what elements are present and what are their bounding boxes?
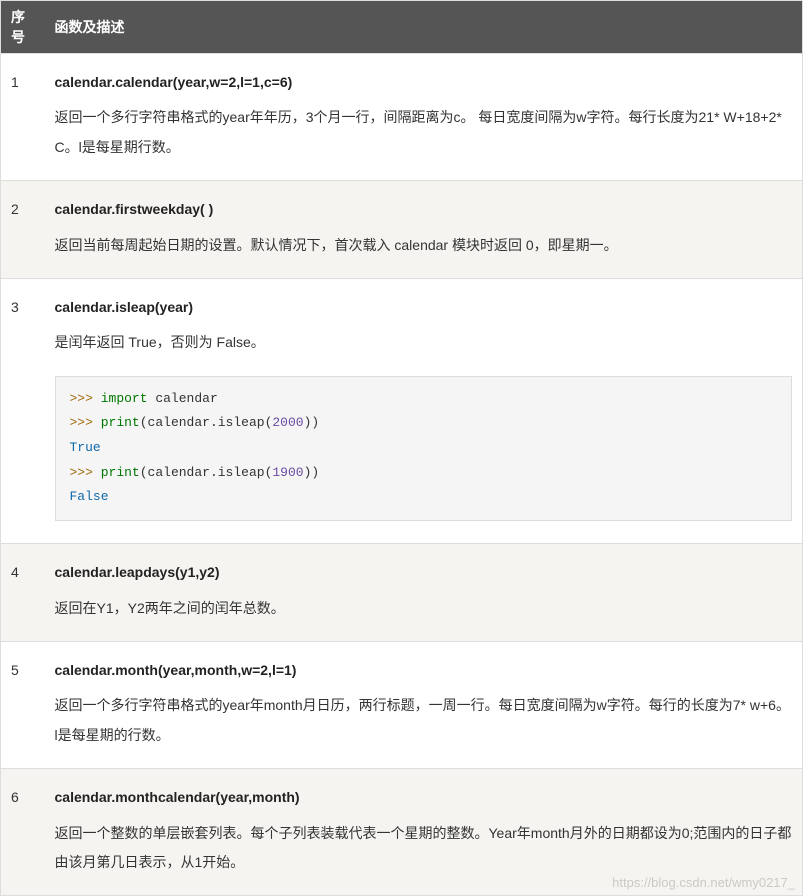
code-paren: )): [304, 465, 320, 480]
code-prompt: >>>: [70, 465, 101, 480]
code-output: True: [70, 440, 101, 455]
row-index: 1: [1, 54, 45, 181]
function-name: calendar.isleap(year): [55, 293, 793, 322]
row-content: calendar.monthcalendar(year,month) 返回一个整…: [45, 769, 803, 896]
function-name: calendar.firstweekday( ): [55, 195, 793, 224]
row-content: calendar.month(year,month,w=2,l=1) 返回一个多…: [45, 641, 803, 768]
code-paren: (: [140, 415, 148, 430]
table-row: 1 calendar.calendar(year,w=2,l=1,c=6) 返回…: [1, 54, 803, 181]
row-content: calendar.isleap(year) 是闰年返回 True，否则为 Fal…: [45, 278, 803, 543]
code-number: 1900: [272, 465, 303, 480]
function-name: calendar.calendar(year,w=2,l=1,c=6): [55, 68, 793, 97]
function-description: 返回一个多行字符串格式的year年年历，3个月一行，间隔距离为c。 每日宽度间隔…: [55, 109, 782, 154]
row-index: 3: [1, 278, 45, 543]
table-header-row: 序号 函数及描述: [1, 1, 803, 54]
table-row: 4 calendar.leapdays(y1,y2) 返回在Y1，Y2两年之间的…: [1, 544, 803, 642]
row-content: calendar.leapdays(y1,y2) 返回在Y1，Y2两年之间的闰年…: [45, 544, 803, 642]
function-description: 返回当前每周起始日期的设置。默认情况下，首次载入 calendar 模块时返回 …: [55, 237, 618, 253]
table-row: 3 calendar.isleap(year) 是闰年返回 True，否则为 F…: [1, 278, 803, 543]
code-paren: )): [304, 415, 320, 430]
code-prompt: >>>: [70, 391, 101, 406]
function-name: calendar.monthcalendar(year,month): [55, 783, 793, 812]
table-row: 2 calendar.firstweekday( ) 返回当前每周起始日期的设置…: [1, 181, 803, 279]
code-call: calendar.isleap(: [148, 415, 273, 430]
code-example: >>> import calendar >>> print(calendar.i…: [55, 376, 793, 521]
header-index: 序号: [1, 1, 45, 54]
function-description: 返回在Y1，Y2两年之间的闰年总数。: [55, 600, 285, 616]
row-index: 5: [1, 641, 45, 768]
table-row: 5 calendar.month(year,month,w=2,l=1) 返回一…: [1, 641, 803, 768]
row-index: 2: [1, 181, 45, 279]
row-content: calendar.calendar(year,w=2,l=1,c=6) 返回一个…: [45, 54, 803, 181]
code-fn: print: [101, 465, 140, 480]
code-keyword: import: [101, 391, 148, 406]
code-paren: (: [140, 465, 148, 480]
code-fn: print: [101, 415, 140, 430]
table-row: 6 calendar.monthcalendar(year,month) 返回一…: [1, 769, 803, 896]
function-description: 是闰年返回 True，否则为 False。: [55, 334, 265, 350]
code-prompt: >>>: [70, 415, 101, 430]
code-number: 2000: [272, 415, 303, 430]
code-output: False: [70, 489, 109, 504]
row-index: 6: [1, 769, 45, 896]
code-call: calendar.isleap(: [148, 465, 273, 480]
row-content: calendar.firstweekday( ) 返回当前每周起始日期的设置。默…: [45, 181, 803, 279]
header-desc: 函数及描述: [45, 1, 803, 54]
code-text: calendar: [148, 391, 218, 406]
function-name: calendar.month(year,month,w=2,l=1): [55, 656, 793, 685]
function-name: calendar.leapdays(y1,y2): [55, 558, 793, 587]
row-index: 4: [1, 544, 45, 642]
function-description: 返回一个多行字符串格式的year年month月日历，两行标题，一周一行。每日宽度…: [55, 697, 790, 742]
function-description: 返回一个整数的单层嵌套列表。每个子列表装载代表一个星期的整数。Year年mont…: [55, 825, 792, 870]
function-table: 序号 函数及描述 1 calendar.calendar(year,w=2,l=…: [0, 0, 803, 896]
